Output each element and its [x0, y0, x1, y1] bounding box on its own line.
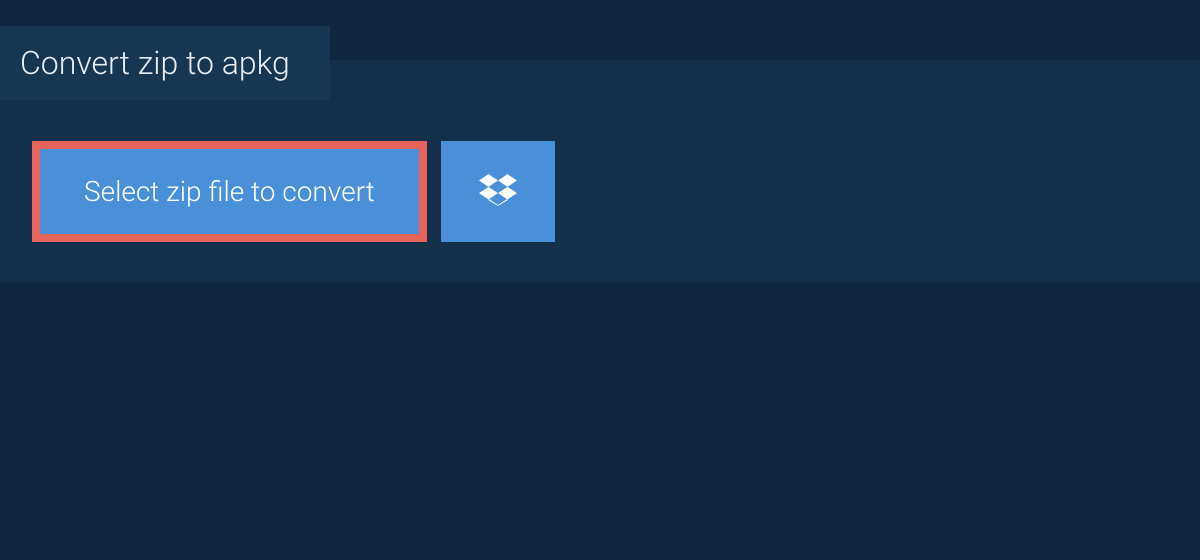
button-row: Select zip file to convert: [0, 101, 1200, 242]
select-file-button-label: Select zip file to convert: [84, 175, 375, 208]
tab-label: Convert zip to apkg: [20, 44, 290, 82]
converter-panel: Convert zip to apkg Select zip file to c…: [0, 60, 1200, 282]
tab-convert[interactable]: Convert zip to apkg: [0, 26, 330, 100]
dropbox-icon: [479, 171, 517, 212]
select-file-button[interactable]: Select zip file to convert: [32, 141, 427, 242]
dropbox-button[interactable]: [441, 141, 555, 242]
